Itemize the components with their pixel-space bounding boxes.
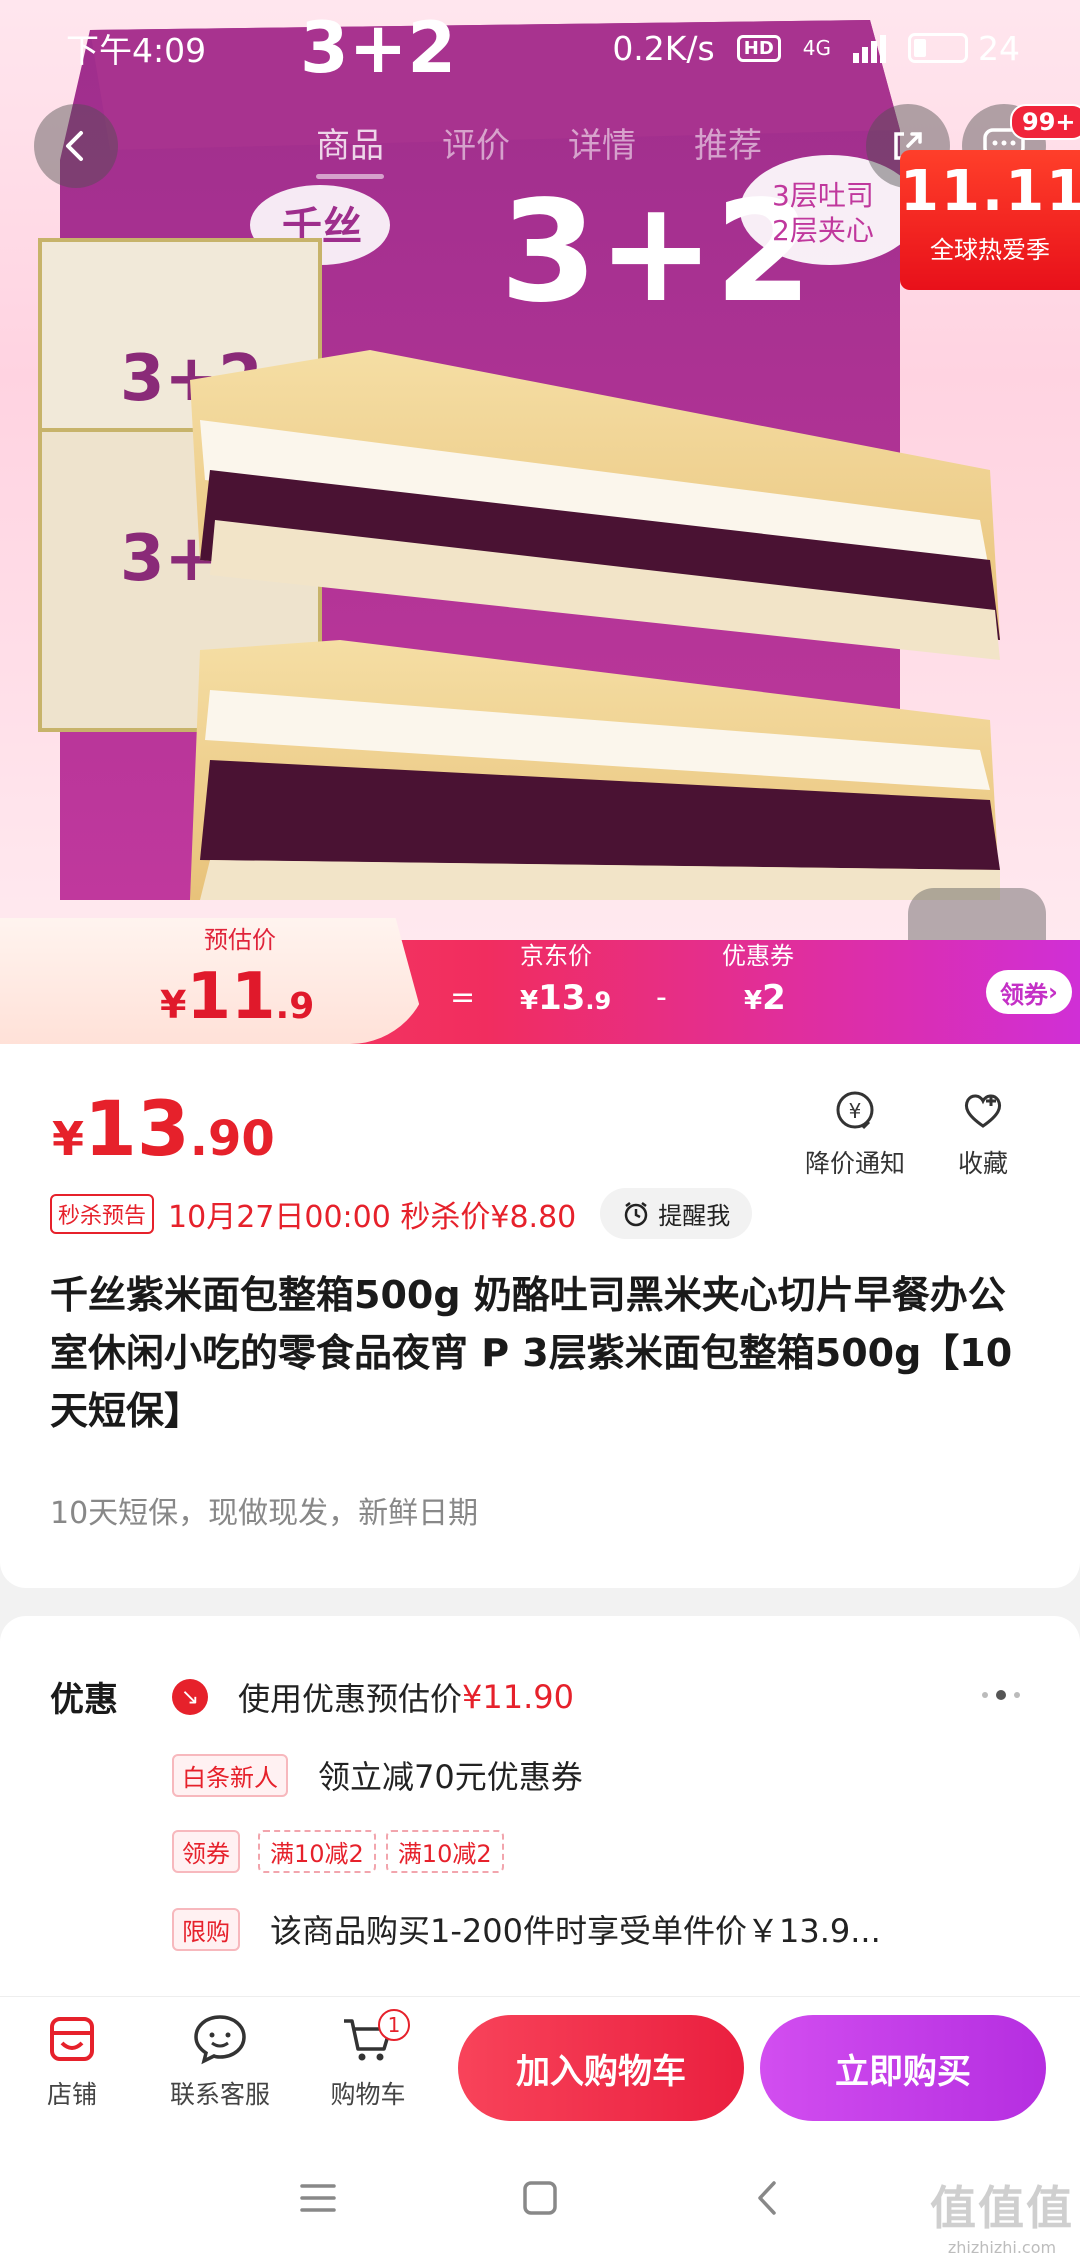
product-image-gallery[interactable]: 3+2 3+2 千丝 3层吐司 2层夹心 3+2 3+ 下午4:09 0.2K/… <box>0 0 1080 940</box>
svg-text:¥: ¥ <box>849 1099 862 1123</box>
price-drop-notify-button[interactable]: ¥ 降价通知 <box>800 1088 910 1180</box>
product-price: ¥13.90 <box>52 1084 275 1173</box>
estimated-price: ¥11.9 <box>160 960 315 1034</box>
alarm-clock-icon <box>625 1201 648 1226</box>
coupon-value: ¥2 <box>744 978 786 1018</box>
home-icon[interactable] <box>520 2178 560 2218</box>
baitiao-text: 领立减70元优惠券 <box>318 1758 583 1796</box>
promo-label-big: 11.11 <box>900 159 1080 224</box>
product-info-card: ¥13.90 ¥ 降价通知 收藏 秒杀预告 10月27日00:00 秒杀价¥8.… <box>0 1044 1080 1588</box>
customer-service-button[interactable]: 联系客服 <box>150 2013 290 2111</box>
price-breakdown-strip: 预估价 ¥11.9 = 京东价 ¥13.9 - 优惠券 ¥2 领券 › <box>0 918 1080 1044</box>
product-detail-page: 3+2 3+2 千丝 3层吐司 2层夹心 3+2 3+ 下午4:09 0.2K/… <box>0 0 1080 2264</box>
flash-sale-text: 10月27日00:00 秒杀价¥8.80 <box>168 1199 577 1235</box>
more-dots-icon[interactable] <box>982 1690 1020 1700</box>
jd-price: ¥13.9 <box>520 978 612 1018</box>
promo-label-sub: 全球热爱季 <box>930 236 1050 264</box>
promotions-heading: 优惠 <box>50 1680 118 1720</box>
back-button[interactable] <box>34 104 118 188</box>
estimated-price-label: 预估价 <box>204 926 276 954</box>
system-navigation-bar: 值值值 zhizhizhi.com <box>0 2136 1080 2264</box>
price-alert-icon: ¥ <box>836 1091 874 1130</box>
jd-price-label: 京东价 <box>520 942 592 970</box>
tab-details[interactable]: 详情 <box>568 118 636 179</box>
tab-product[interactable]: 商品 <box>316 118 384 179</box>
cart-button[interactable]: 1 购物车 <box>298 2009 438 2111</box>
network-type: 4G <box>802 36 831 60</box>
promo-coupon-row[interactable]: 领券 满10减2 满10减2 <box>172 1830 504 1873</box>
add-to-cart-button[interactable]: 加入购物车 <box>458 2015 744 2121</box>
promo-estimated-price: ¥11.90 <box>462 1678 574 1716</box>
message-badge: 99+ <box>1010 104 1080 140</box>
product-tabs: 商品 评价 详情 推荐 <box>316 118 762 179</box>
buy-now-button[interactable]: 立即购买 <box>760 2015 1046 2121</box>
svg-text:2层夹心: 2层夹心 <box>772 214 874 247</box>
menu-icon[interactable] <box>298 2178 338 2218</box>
promo-estimated-row: ↘ 使用优惠预估价 ¥11.90 <box>172 1674 574 1720</box>
network-speed: 0.2K/s <box>612 28 715 68</box>
promo-estimated-text: 使用优惠预估价 <box>238 1680 463 1718</box>
chevron-right-icon: › <box>1048 978 1058 1006</box>
shop-button[interactable]: 店铺 <box>2 2013 142 2111</box>
equals-sign: = <box>450 980 476 1015</box>
back-nav-icon[interactable] <box>748 2178 788 2218</box>
limit-tag: 限购 <box>172 1907 240 1951</box>
claim-coupon-button[interactable]: 领券 › <box>986 970 1072 1014</box>
image-toggle-button[interactable] <box>908 888 1046 940</box>
bottom-action-bar: 店铺 联系客服 1 购物车 加入购物车 立即购买 <box>0 1996 1080 2136</box>
tab-reviews[interactable]: 评价 <box>442 118 510 179</box>
status-bar: 下午4:09 0.2K/s HD 4G 24 <box>0 0 1080 96</box>
coupon-tag: 领券 <box>172 1830 240 1873</box>
promo-baitiao-row[interactable]: 白条新人 领立减70元优惠券 <box>172 1752 583 1798</box>
cart-count-badge: 1 <box>378 2009 410 2041</box>
hd-icon: HD <box>736 34 781 62</box>
coupon-item[interactable]: 满10减2 <box>258 1830 376 1873</box>
battery-level: 24 <box>978 28 1020 68</box>
promo-limit-row[interactable]: 限购 该商品购买1-200件时享受单件价￥13.9... <box>172 1906 881 1952</box>
battery-icon: 24 <box>908 29 1020 68</box>
limit-text: 该商品购买1-200件时享受单件价￥13.9... <box>270 1912 881 1950</box>
double-eleven-badge[interactable]: 11.11 全球热爱季 <box>900 150 1080 290</box>
chat-bubble-icon <box>194 2015 246 2065</box>
signal-icon <box>853 33 886 63</box>
status-time: 下午4:09 <box>66 31 207 70</box>
promotions-card[interactable]: 优惠 ↘ 使用优惠预估价 ¥11.90 白条新人 领立减70元优惠券 领券 满1… <box>0 1616 1080 1996</box>
tab-recommend[interactable]: 推荐 <box>694 118 762 179</box>
shop-icon <box>50 2017 94 2061</box>
svg-text:3层吐司: 3层吐司 <box>772 179 874 212</box>
discount-arrow-icon: ↘ <box>172 1679 208 1715</box>
chevron-left-icon <box>66 131 83 161</box>
flash-sale-preview: 秒杀预告 10月27日00:00 秒杀价¥8.80 提醒我 <box>50 1188 753 1239</box>
remind-me-button[interactable]: 提醒我 <box>600 1188 753 1239</box>
coupon-label: 优惠券 <box>722 942 794 970</box>
minus-sign: - <box>656 980 667 1015</box>
product-title: 千丝紫米面包整箱500g 奶酪吐司黑米夹心切片早餐办公室休闲小吃的零食品夜宵 P… <box>50 1273 1013 1433</box>
flash-sale-tag: 秒杀预告 <box>50 1193 155 1234</box>
favorite-button[interactable]: 收藏 <box>928 1088 1038 1180</box>
site-watermark: 值值值 zhizhizhi.com <box>930 2181 1074 2257</box>
heart-icon <box>964 1094 1002 1128</box>
product-subtitle: 10天短保，现做现发，新鲜日期 <box>50 1496 479 1531</box>
baitiao-tag: 白条新人 <box>172 1753 288 1797</box>
coupon-item[interactable]: 满10减2 <box>385 1830 504 1873</box>
